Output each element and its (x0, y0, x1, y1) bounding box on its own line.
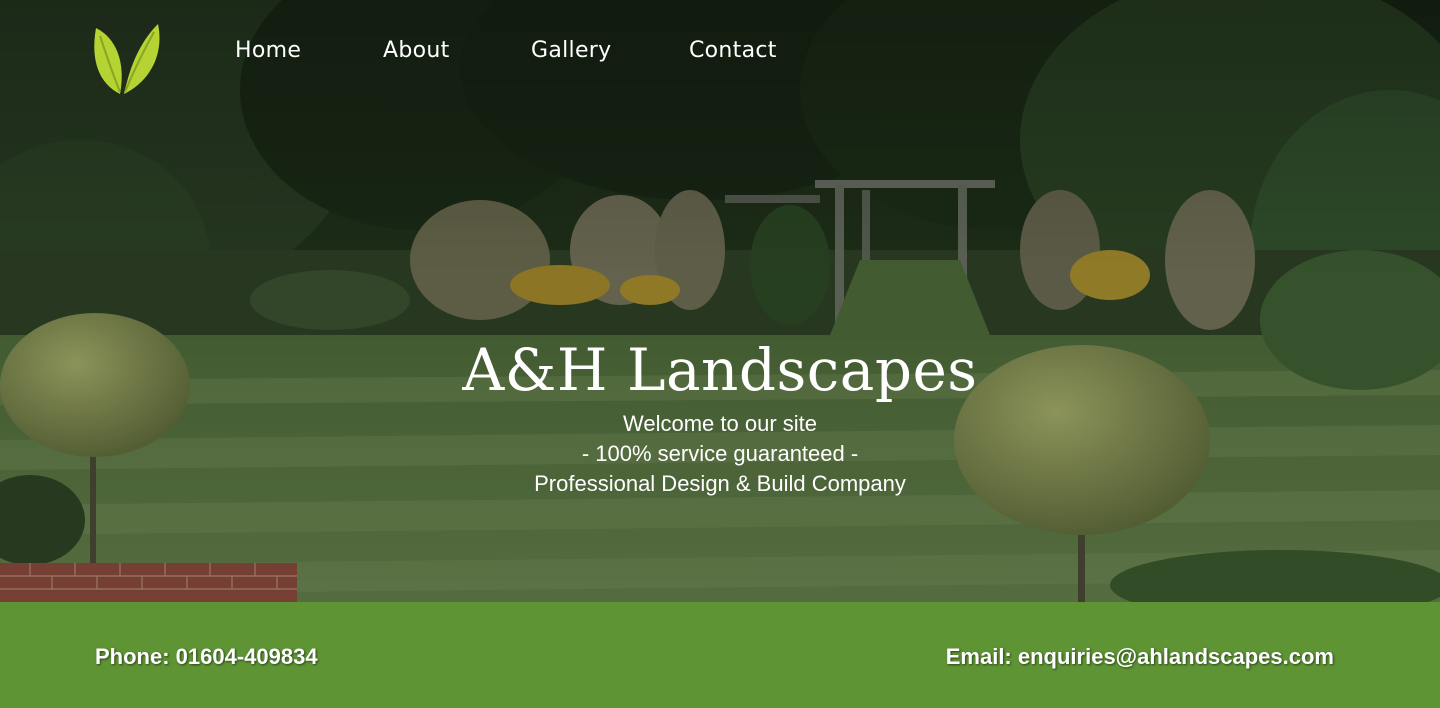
nav-contact-link[interactable]: Contact (689, 38, 777, 63)
hero-guarantee-text: - 100% service guaranteed - (581, 441, 859, 466)
hero-welcome-text: Welcome to our site (622, 411, 817, 436)
leaf-logo-icon[interactable] (90, 22, 162, 96)
contact-phone[interactable]: Phone: 01604-409834 (95, 644, 318, 670)
hero-title: A&H Landscapes (462, 336, 978, 404)
hero-background-image (0, 0, 1440, 602)
nav-home-link[interactable]: Home (235, 38, 301, 63)
contact-email[interactable]: Email: enquiries@ahlandscapes.com (946, 644, 1334, 670)
nav-gallery-link[interactable]: Gallery (531, 38, 611, 63)
hero-tagline: Welcome to our site - 100% service guara… (0, 409, 1440, 499)
page: Home About Gallery Contact A&H Landscape… (0, 0, 1440, 708)
hero-section: Home About Gallery Contact A&H Landscape… (0, 0, 1440, 602)
nav-about-link[interactable]: About (383, 38, 450, 63)
hero-company-text: Professional Design & Build Company (534, 471, 906, 496)
contact-bar: Phone: 01604-409834 Email: enquiries@ahl… (0, 602, 1440, 708)
